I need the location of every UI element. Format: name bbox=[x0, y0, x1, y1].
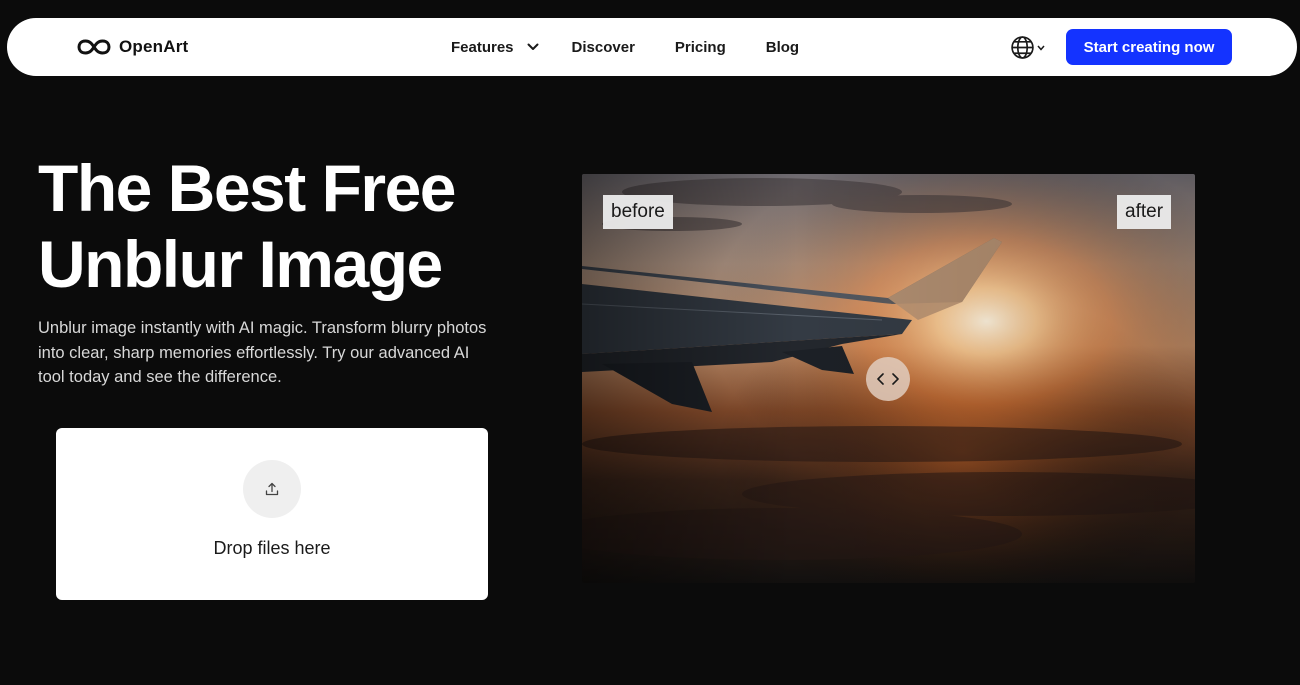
nav-blog[interactable]: Blog bbox=[766, 39, 799, 56]
before-after-comparison[interactable]: before after bbox=[582, 174, 1195, 583]
globe-icon bbox=[1010, 35, 1035, 60]
nav-features-label: Features bbox=[451, 38, 514, 56]
after-label: after bbox=[1117, 195, 1172, 229]
upload-icon bbox=[264, 481, 280, 497]
page-title: The Best Free Unblur Image bbox=[38, 150, 558, 302]
nav-discover[interactable]: Discover bbox=[572, 39, 635, 56]
start-creating-button[interactable]: Start creating now bbox=[1066, 29, 1232, 65]
nav-pricing[interactable]: Pricing bbox=[675, 39, 726, 56]
chevron-down-icon bbox=[1037, 45, 1045, 51]
chevron-down-icon bbox=[527, 43, 539, 51]
drop-files-label: Drop files here bbox=[213, 538, 331, 558]
before-label: before bbox=[603, 195, 673, 229]
infinity-logo-icon bbox=[77, 38, 111, 56]
language-selector[interactable] bbox=[1010, 35, 1045, 60]
file-dropzone[interactable]: Drop files here bbox=[56, 428, 488, 600]
brand-logo[interactable]: OpenArt bbox=[77, 36, 188, 58]
brand-name: OpenArt bbox=[119, 37, 189, 56]
main-nav: Features Discover Pricing Blog bbox=[451, 18, 799, 76]
title-line-2: Unblur Image bbox=[38, 227, 443, 301]
title-line-1: The Best Free bbox=[38, 151, 456, 225]
nav-features[interactable]: Features bbox=[451, 39, 539, 56]
code-arrows-icon bbox=[876, 372, 900, 386]
top-navbar: OpenArt Features Discover Pricing Blog S… bbox=[7, 18, 1297, 76]
compare-slider-handle[interactable] bbox=[866, 357, 910, 401]
hero-description: Unblur image instantly with AI magic. Tr… bbox=[38, 319, 487, 386]
upload-button[interactable] bbox=[243, 460, 301, 518]
